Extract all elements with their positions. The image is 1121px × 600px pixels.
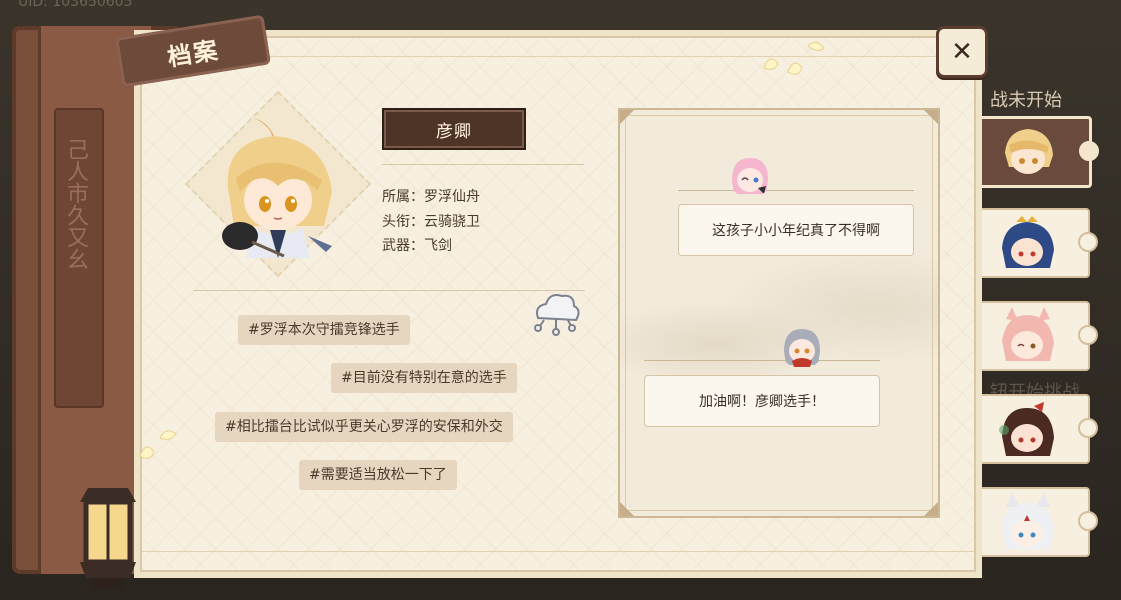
character-list-item-4[interactable] [968, 394, 1098, 464]
yanqing-portrait [222, 118, 332, 258]
comment-bubble: 这孩子小小年纪真了不得啊 [678, 204, 914, 256]
weapon-label: 武器： [382, 238, 424, 254]
character-list-item-2[interactable] [968, 208, 1098, 278]
comment-card [618, 108, 940, 518]
character-5-mini-avatar [1002, 493, 1054, 549]
affiliation-value: 罗浮仙舟 [424, 189, 480, 205]
leaf-icon [763, 42, 825, 75]
character-list-item-yanqing[interactable] [968, 116, 1099, 188]
card-corner [620, 110, 634, 124]
list-notch [1078, 418, 1098, 438]
title-label: 头衔： [382, 214, 424, 230]
tag-chip: #目前没有特别在意的选手 [331, 363, 517, 393]
close-button[interactable]: ✕ [936, 26, 988, 78]
uid-label: UID: 103650605 [18, 0, 133, 10]
list-notch [1078, 511, 1098, 531]
comment-separator [678, 190, 914, 191]
title-value: 云骑骁卫 [424, 214, 480, 230]
cloud-icon [534, 294, 580, 336]
info-affiliation: 所属：罗浮仙舟 [382, 186, 480, 206]
character-list-item-5[interactable] [968, 487, 1098, 557]
tag-chip: #罗浮本次守擂竞锋选手 [238, 315, 410, 345]
yanqing-mini-avatar [1005, 129, 1053, 174]
info-title: 头衔：云骑骁卫 [382, 211, 480, 231]
character-name: 彦卿 [382, 108, 526, 150]
list-notch [1078, 232, 1098, 252]
weapon-value: 飞剑 [424, 238, 452, 254]
leaf-icon [139, 430, 177, 459]
lantern-icon [80, 488, 136, 590]
panel-bottom-line [142, 551, 974, 552]
character-list-item-3[interactable] [968, 301, 1098, 371]
list-notch [1078, 325, 1098, 345]
character-4-mini-avatar [999, 402, 1054, 456]
comment-bubble: 加油啊！彦卿选手！ [644, 375, 880, 427]
affiliation-label: 所属： [382, 189, 424, 205]
spine-glyphs: 己人市久又幺 [63, 138, 88, 270]
tag-chip: #需要适当放松一下了 [299, 460, 457, 490]
card-corner [924, 502, 938, 516]
info-weapon: 武器：飞剑 [382, 235, 452, 255]
commenter-avatar-pink [732, 158, 768, 194]
side-status-top: 战未开始 [990, 90, 1062, 111]
active-notch [1079, 141, 1099, 161]
comment-separator [644, 360, 880, 361]
character-3-mini-avatar [1002, 307, 1054, 361]
tag-chip: #相比擂台比试似乎更关心罗浮的安保和外交 [215, 412, 513, 442]
character-2-mini-avatar [1002, 216, 1054, 268]
card-corner [924, 110, 938, 124]
card-corner [620, 502, 634, 516]
divider [382, 164, 584, 165]
commenter-avatar-grey [784, 329, 820, 367]
close-icon: ✕ [951, 37, 973, 67]
divider [193, 290, 585, 291]
